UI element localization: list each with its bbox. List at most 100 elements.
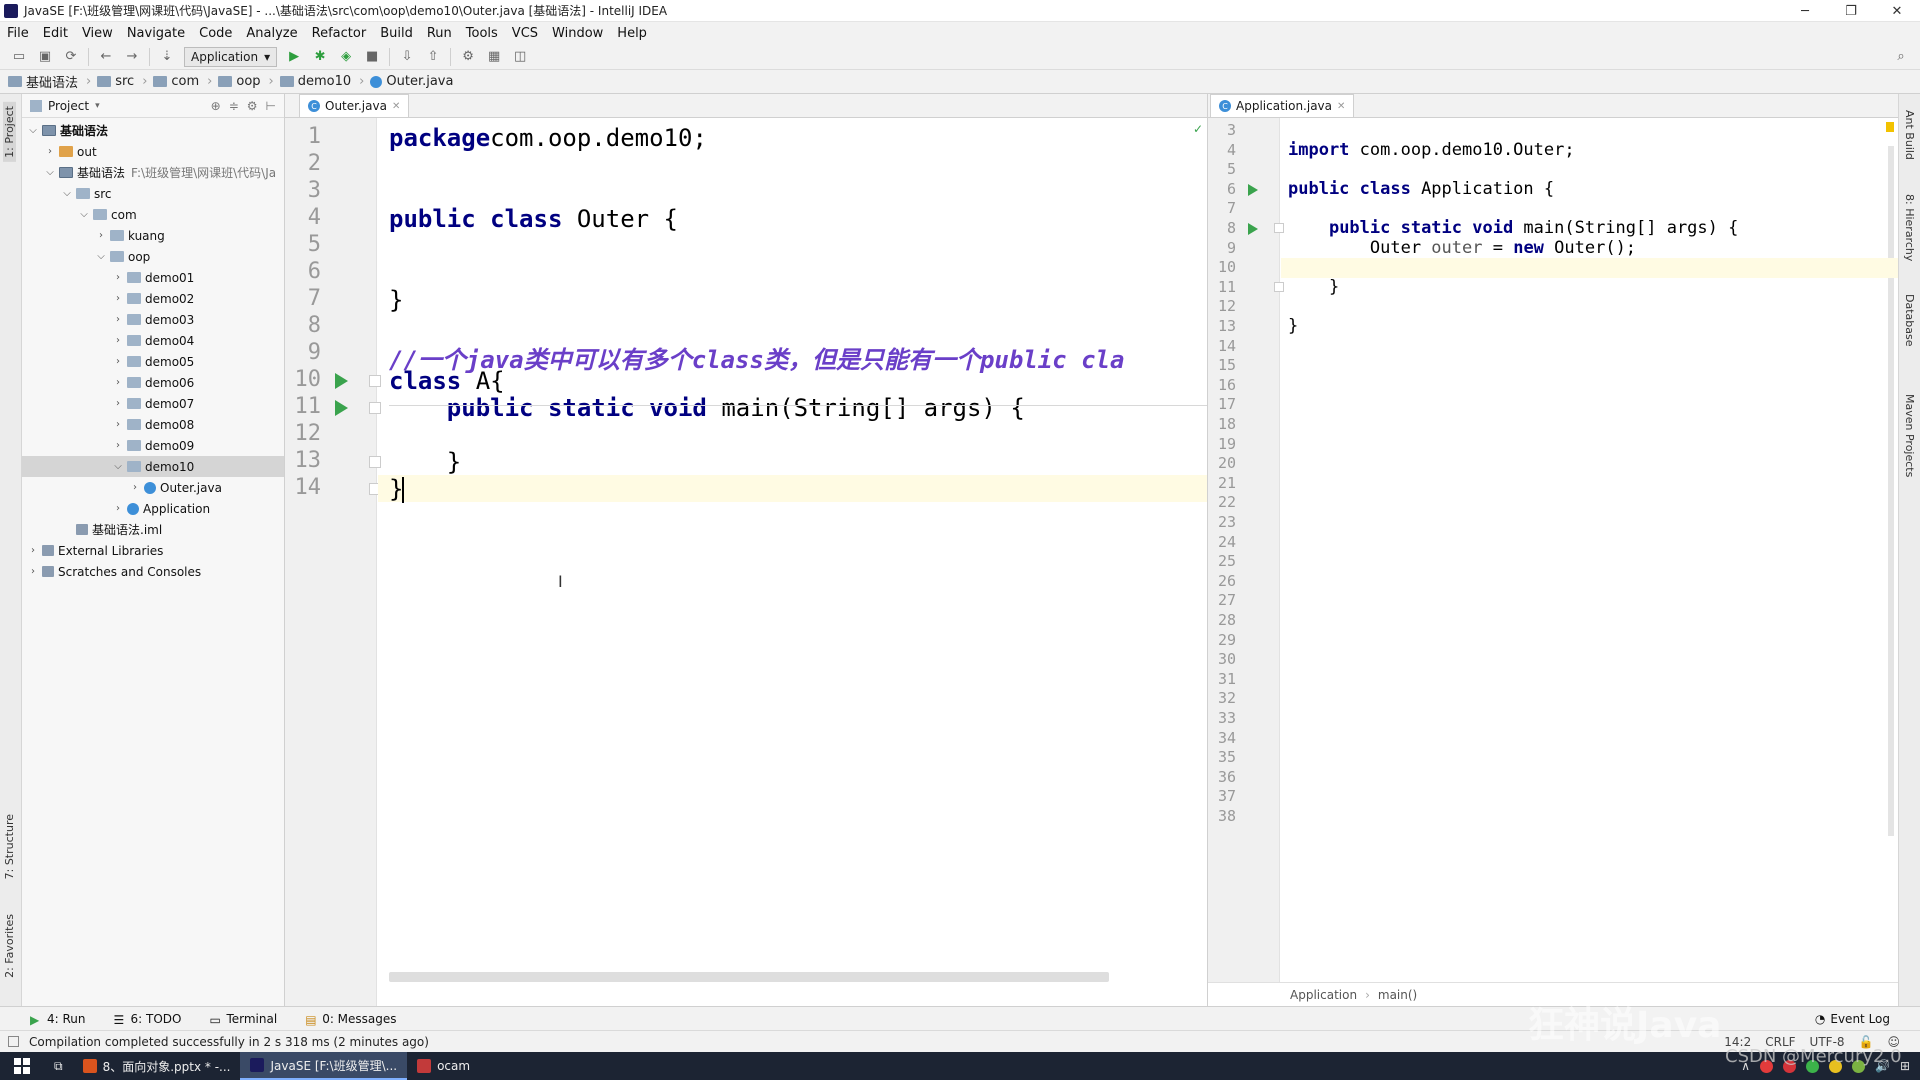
maven-tool-tab[interactable]: Maven Projects (1903, 394, 1916, 477)
hide-panel-icon[interactable]: ⊢ (266, 99, 276, 113)
database-tool-tab[interactable]: Database (1903, 294, 1916, 347)
hierarchy-tool-tab[interactable]: 8: Hierarchy (1903, 194, 1916, 261)
run-gutter-icon[interactable] (335, 373, 348, 389)
breadcrumb-item[interactable]: com › (153, 74, 218, 89)
menu-run[interactable]: Run (420, 26, 459, 41)
fold-marker-icon[interactable] (369, 456, 381, 468)
chevron-down-icon[interactable]: ▾ (95, 101, 100, 111)
tree-item[interactable]: › External Libraries (22, 540, 284, 561)
breadcrumb-item[interactable]: src › (97, 74, 153, 89)
collapsed-arrow-icon[interactable]: › (111, 314, 125, 325)
tree-item[interactable]: › demo08 (22, 414, 284, 435)
tree-item[interactable]: ⌵ 基础语法 (22, 120, 284, 141)
collapsed-arrow-icon[interactable]: › (94, 230, 108, 241)
horizontal-scrollbar[interactable] (389, 972, 1109, 982)
forward-icon[interactable]: → (123, 48, 141, 66)
breadcrumb-item[interactable]: demo10 › (279, 74, 371, 89)
project-structure-icon[interactable]: ▦ (485, 48, 503, 66)
stop-icon[interactable]: ■ (363, 48, 381, 66)
collapsed-arrow-icon[interactable]: › (111, 272, 125, 283)
tree-item[interactable]: › demo01 (22, 267, 284, 288)
event-log-tool-tab[interactable]: ◔ Event Log (1815, 1012, 1890, 1026)
run-tool-tab[interactable]: ▶ 4: Run (30, 1012, 86, 1027)
search-icon[interactable]: ⌕ (1892, 48, 1910, 66)
tree-item[interactable]: ⌵ com (22, 204, 284, 225)
breadcrumb-item[interactable]: 基础语法 › (8, 72, 97, 91)
tree-item[interactable]: › demo03 (22, 309, 284, 330)
menu-edit[interactable]: Edit (36, 26, 75, 41)
expanded-arrow-icon[interactable]: ⌵ (94, 251, 108, 262)
tree-item[interactable]: › out (22, 141, 284, 162)
menu-help[interactable]: Help (610, 26, 654, 41)
menu-code[interactable]: Code (192, 26, 239, 41)
back-icon[interactable]: ← (97, 48, 115, 66)
status-toggle-icon[interactable] (8, 1036, 19, 1047)
terminal-tool-tab[interactable]: ▭ Terminal (209, 1012, 277, 1027)
run-gutter-icon[interactable] (1248, 183, 1258, 196)
menu-file[interactable]: File (0, 26, 36, 41)
collapse-all-icon[interactable]: ≑ (229, 99, 239, 113)
minimize-button[interactable]: ─ (1782, 0, 1828, 22)
vcs-commit-icon[interactable]: ⇧ (424, 48, 442, 66)
menu-view[interactable]: View (75, 26, 120, 41)
ant-build-tool-tab[interactable]: Ant Build (1903, 110, 1916, 160)
favorites-tool-tab[interactable]: 2: Favorites (3, 914, 16, 978)
tree-item[interactable]: › demo02 (22, 288, 284, 309)
expanded-arrow-icon[interactable]: ⌵ (26, 125, 40, 136)
close-tab-icon[interactable]: ✕ (1337, 101, 1345, 112)
menu-navigate[interactable]: Navigate (120, 26, 192, 41)
menu-build[interactable]: Build (373, 26, 420, 41)
tree-item[interactable]: ⌵ demo10 (22, 456, 284, 477)
maximize-button[interactable]: ❐ (1828, 0, 1874, 22)
menu-tools[interactable]: Tools (459, 26, 505, 41)
tree-item[interactable]: ⌵ oop (22, 246, 284, 267)
tree-item[interactable]: › demo05 (22, 351, 284, 372)
breadcrumb-item[interactable]: Outer.java (370, 74, 459, 89)
collapsed-arrow-icon[interactable]: › (111, 335, 125, 346)
settings-icon[interactable]: ⚙ (459, 48, 477, 66)
breadcrumb-item[interactable]: oop › (218, 74, 279, 89)
run-gutter-icon[interactable] (1248, 223, 1258, 235)
tree-item[interactable]: › Scratches and Consoles (22, 561, 284, 582)
collapsed-arrow-icon[interactable]: › (111, 503, 125, 514)
collapsed-arrow-icon[interactable]: › (111, 398, 125, 409)
expanded-arrow-icon[interactable]: ⌵ (111, 461, 125, 472)
tree-item[interactable]: ⌵ src (22, 183, 284, 204)
project-tool-tab[interactable]: 1: Project (3, 102, 16, 162)
run-configuration-select[interactable]: Application ▾ (184, 46, 278, 67)
close-button[interactable]: ✕ (1874, 0, 1920, 22)
tree-item[interactable]: › Application (22, 498, 284, 519)
sync-icon[interactable]: ⟳ (62, 48, 80, 66)
fold-marker-icon[interactable] (1274, 223, 1284, 233)
windows-start-icon[interactable] (0, 1052, 44, 1080)
messages-tool-tab[interactable]: ▤ 0: Messages (305, 1012, 396, 1027)
collapsed-arrow-icon[interactable]: › (43, 146, 57, 157)
tree-item[interactable]: › demo07 (22, 393, 284, 414)
collapsed-arrow-icon[interactable]: › (26, 545, 40, 556)
locate-icon[interactable]: ⊕ (211, 99, 221, 113)
build-icon[interactable]: ⇣ (158, 48, 176, 66)
tree-item[interactable]: › kuang (22, 225, 284, 246)
breadcrumb-class[interactable]: Application (1290, 988, 1357, 1002)
tree-item[interactable]: › demo09 (22, 435, 284, 456)
editor-tab-application-java[interactable]: C Application.java ✕ (1210, 94, 1355, 117)
editor-tab-outer-java[interactable]: C Outer.java ✕ (299, 94, 410, 117)
debug-icon[interactable]: ✱ (311, 48, 329, 66)
menu-window[interactable]: Window (545, 26, 610, 41)
menu-refactor[interactable]: Refactor (305, 26, 374, 41)
todo-tool-tab[interactable]: ☰ 6: TODO (114, 1012, 182, 1027)
tree-item[interactable]: 基础语法.iml (22, 519, 284, 540)
tree-item[interactable]: ⌵ 基础语法 F:\班级管理\网课班\代码\Ja (22, 162, 284, 183)
task-view-icon[interactable]: ⧉ (44, 1052, 73, 1080)
open-folder-icon[interactable]: ▭ (10, 48, 28, 66)
collapsed-arrow-icon[interactable]: › (111, 356, 125, 367)
vertical-scrollbar[interactable] (1888, 146, 1894, 836)
breadcrumb-method[interactable]: main() (1378, 988, 1417, 1002)
tree-item[interactable]: › Outer.java (22, 477, 284, 498)
tree-item[interactable]: › demo04 (22, 330, 284, 351)
project-view-select[interactable]: Project (48, 99, 89, 113)
fold-marker-icon[interactable] (1274, 281, 1284, 292)
collapsed-arrow-icon[interactable]: › (128, 482, 142, 493)
fold-marker-icon[interactable] (369, 402, 381, 414)
collapsed-arrow-icon[interactable]: › (111, 440, 125, 451)
